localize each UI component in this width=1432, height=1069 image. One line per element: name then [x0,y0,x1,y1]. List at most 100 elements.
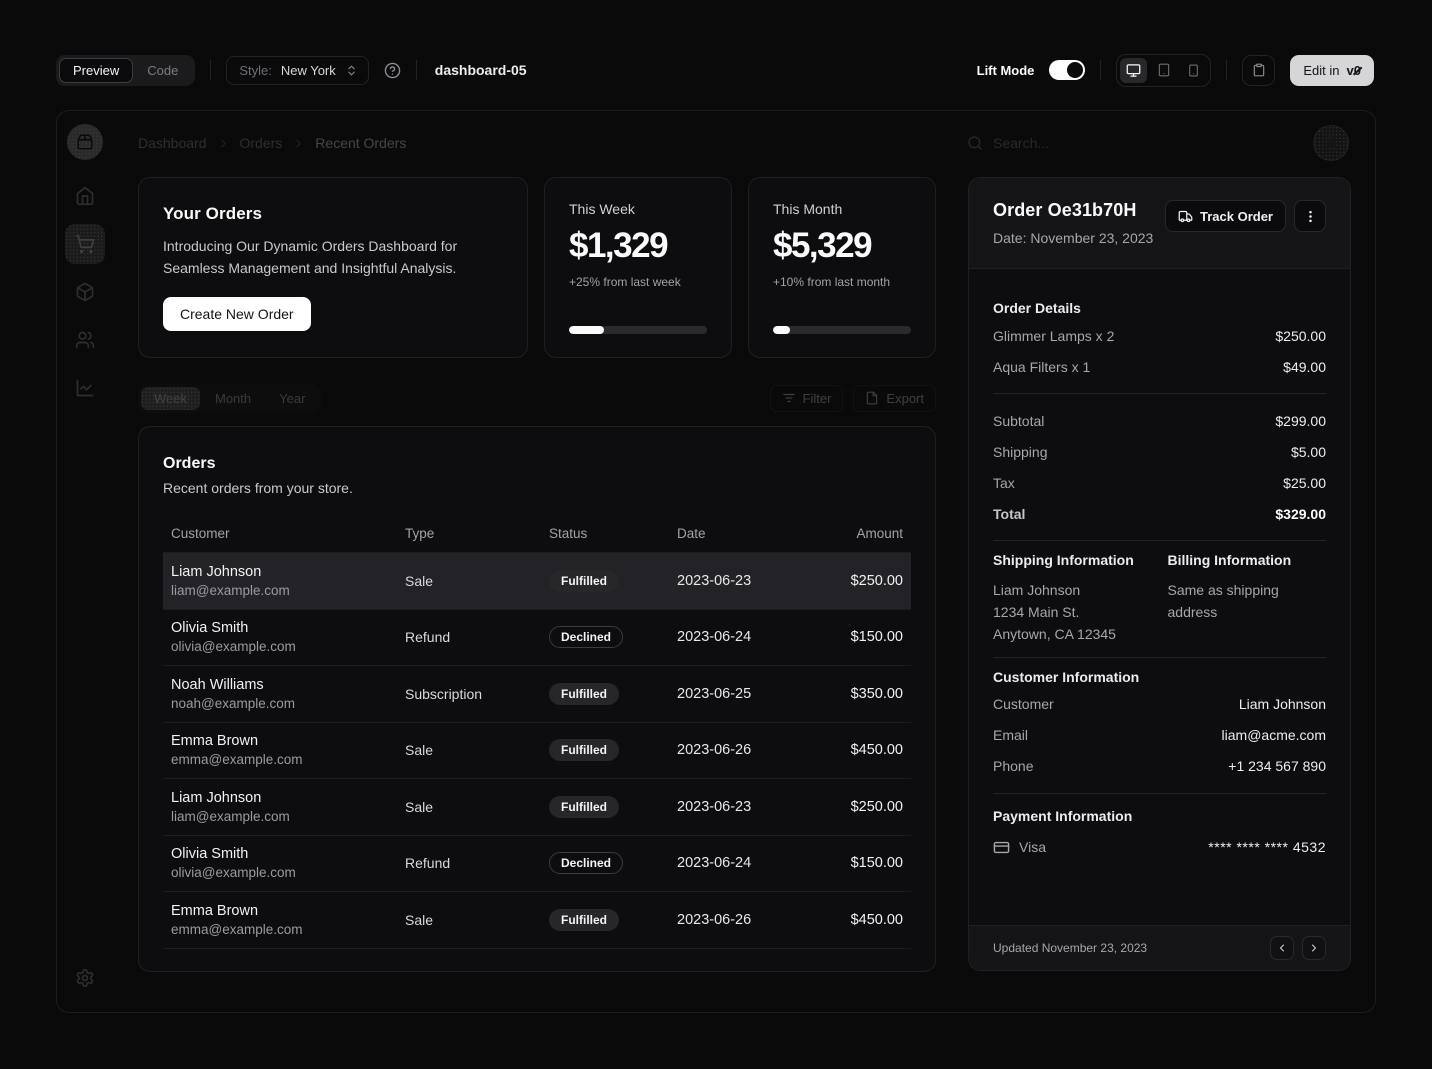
order-date: 2023-06-26 [669,903,819,937]
device-size-group [1116,54,1211,87]
tab-month[interactable]: Month [202,387,264,410]
export-button[interactable]: Export [853,385,936,412]
table-row[interactable]: Olivia Smitholivia@example.com Refund De… [163,610,911,667]
breadcrumb-dashboard[interactable]: Dashboard [138,135,207,151]
billing-address-text: Same as shipping address [1168,580,1327,624]
this-month-progress-fill [773,326,790,334]
subtotal-value: $299.00 [1275,413,1326,429]
customer-email: liam@example.com [171,583,389,598]
breadcrumb-orders[interactable]: Orders [240,135,283,151]
line-chart-icon [75,378,95,398]
search-input[interactable] [993,135,1297,151]
updated-timestamp: Updated November 23, 2023 [993,941,1147,955]
table-row[interactable]: Olivia Smitholivia@example.com Refund De… [163,836,911,893]
order-item-row: Glimmer Lamps x 2 $250.00 [993,320,1326,351]
order-amount: $250.00 [819,564,911,598]
payment-method-row: Visa **** **** **** 4532 [993,839,1326,856]
more-options-button[interactable] [1294,200,1326,232]
sidebar-item-customers[interactable] [65,320,105,360]
filter-button[interactable]: Filter [770,385,844,412]
table-row[interactable]: Emma Brownemma@example.com Sale Fulfille… [163,892,911,949]
subtotal-label: Subtotal [993,413,1044,429]
order-detail-body: Order Details Glimmer Lamps x 2 $250.00 … [969,269,1350,925]
status-badge: Fulfilled [549,739,619,761]
top-toolbar: Preview Code Style: New York dashboard-0… [56,46,1374,94]
divider [993,657,1326,658]
phone-value: +1 234 567 890 [1228,758,1326,774]
status-badge: Declined [549,626,623,648]
tablet-view-button[interactable] [1150,58,1177,83]
table-row[interactable]: Liam Johnsonliam@example.com Sale Fulfil… [163,553,911,610]
track-order-button[interactable]: Track Order [1165,200,1286,232]
tab-preview[interactable]: Preview [59,58,133,83]
table-header-row: Customer Type Status Date Amount [163,515,911,553]
help-icon[interactable] [384,62,401,79]
order-date: 2023-06-26 [669,733,819,767]
email-value: liam@acme.com [1222,727,1326,743]
order-type: Refund [397,620,541,654]
billing-information: Billing Information Same as shipping add… [1168,552,1327,646]
this-week-label: This Week [569,201,707,217]
desktop-view-button[interactable] [1120,58,1147,83]
breadcrumb: Dashboard Orders Recent Orders [138,135,406,151]
previous-order-button[interactable] [1270,936,1294,960]
payment-information-heading: Payment Information [993,808,1326,824]
create-new-order-button[interactable]: Create New Order [163,297,311,331]
table-row[interactable]: Liam Johnsonliam@example.com Sale Fulfil… [163,779,911,836]
tab-week[interactable]: Week [141,387,200,410]
order-amount: $150.00 [819,620,911,654]
customer-row: Customer Liam Johnson [993,689,1326,720]
this-month-card: This Month $5,329 +10% from last month [748,177,936,358]
customer-name: Liam Johnson [171,564,389,580]
breadcrumb-recent-orders: Recent Orders [315,135,406,151]
lift-mode-toggle[interactable] [1049,60,1085,80]
item-price: $250.00 [1275,328,1326,344]
shipping-label: Shipping [993,444,1048,460]
this-month-label: This Month [773,201,911,217]
order-amount: $250.00 [819,790,911,824]
edit-in-v0-button[interactable]: Edit in v0 [1290,55,1374,86]
customer-name: Olivia Smith [171,846,389,862]
table-row[interactable]: Emma Brownemma@example.com Sale Fulfille… [163,723,911,780]
sidebar-item-dashboard[interactable] [65,176,105,216]
chevron-left-icon [1276,942,1288,954]
customer-email: emma@example.com [171,922,389,937]
lift-mode-label: Lift Mode [977,63,1035,78]
store-logo-button[interactable] [67,124,103,160]
status-badge: Fulfilled [549,570,619,592]
user-avatar[interactable] [1313,125,1349,161]
shipping-address-line: Liam Johnson [993,580,1152,602]
your-orders-description: Introducing Our Dynamic Orders Dashboard… [163,235,493,280]
this-month-progress [773,326,911,334]
sidebar-item-products[interactable] [65,272,105,312]
table-row[interactable]: Noah Williamsnoah@example.com Subscripti… [163,666,911,723]
mobile-view-button[interactable] [1180,58,1207,83]
sidebar-item-orders[interactable] [65,224,105,264]
chevrons-up-down-icon [345,64,358,77]
sidebar-item-analytics[interactable] [65,368,105,408]
tax-label: Tax [993,475,1015,491]
payment-method-name: Visa [1019,839,1046,855]
copy-code-button[interactable] [1242,55,1275,86]
next-order-button[interactable] [1302,936,1326,960]
package2-icon [76,133,94,151]
sidebar-item-settings[interactable] [65,958,105,998]
order-item-row: Aqua Filters x 1 $49.00 [993,351,1326,382]
truck-icon [1178,209,1193,224]
tab-code[interactable]: Code [133,58,192,83]
search-box [967,135,1297,151]
order-amount: $450.00 [819,733,911,767]
tab-year[interactable]: Year [266,387,318,410]
order-amount: $450.00 [819,903,911,937]
order-type: Refund [397,846,541,880]
order-type: Sale [397,790,541,824]
order-pagination [1270,936,1326,960]
customer-value: Liam Johnson [1239,696,1326,712]
style-select[interactable]: Style: New York [226,56,368,85]
file-icon [865,391,879,405]
shipping-address-line: Anytown, CA 12345 [993,624,1152,646]
subtotal-row: Subtotal $299.00 [993,405,1326,436]
customer-name: Emma Brown [171,903,389,919]
column-header-date: Date [669,515,819,552]
order-detail-header: Order Oe31b70H Date: November 23, 2023 T… [969,178,1350,269]
